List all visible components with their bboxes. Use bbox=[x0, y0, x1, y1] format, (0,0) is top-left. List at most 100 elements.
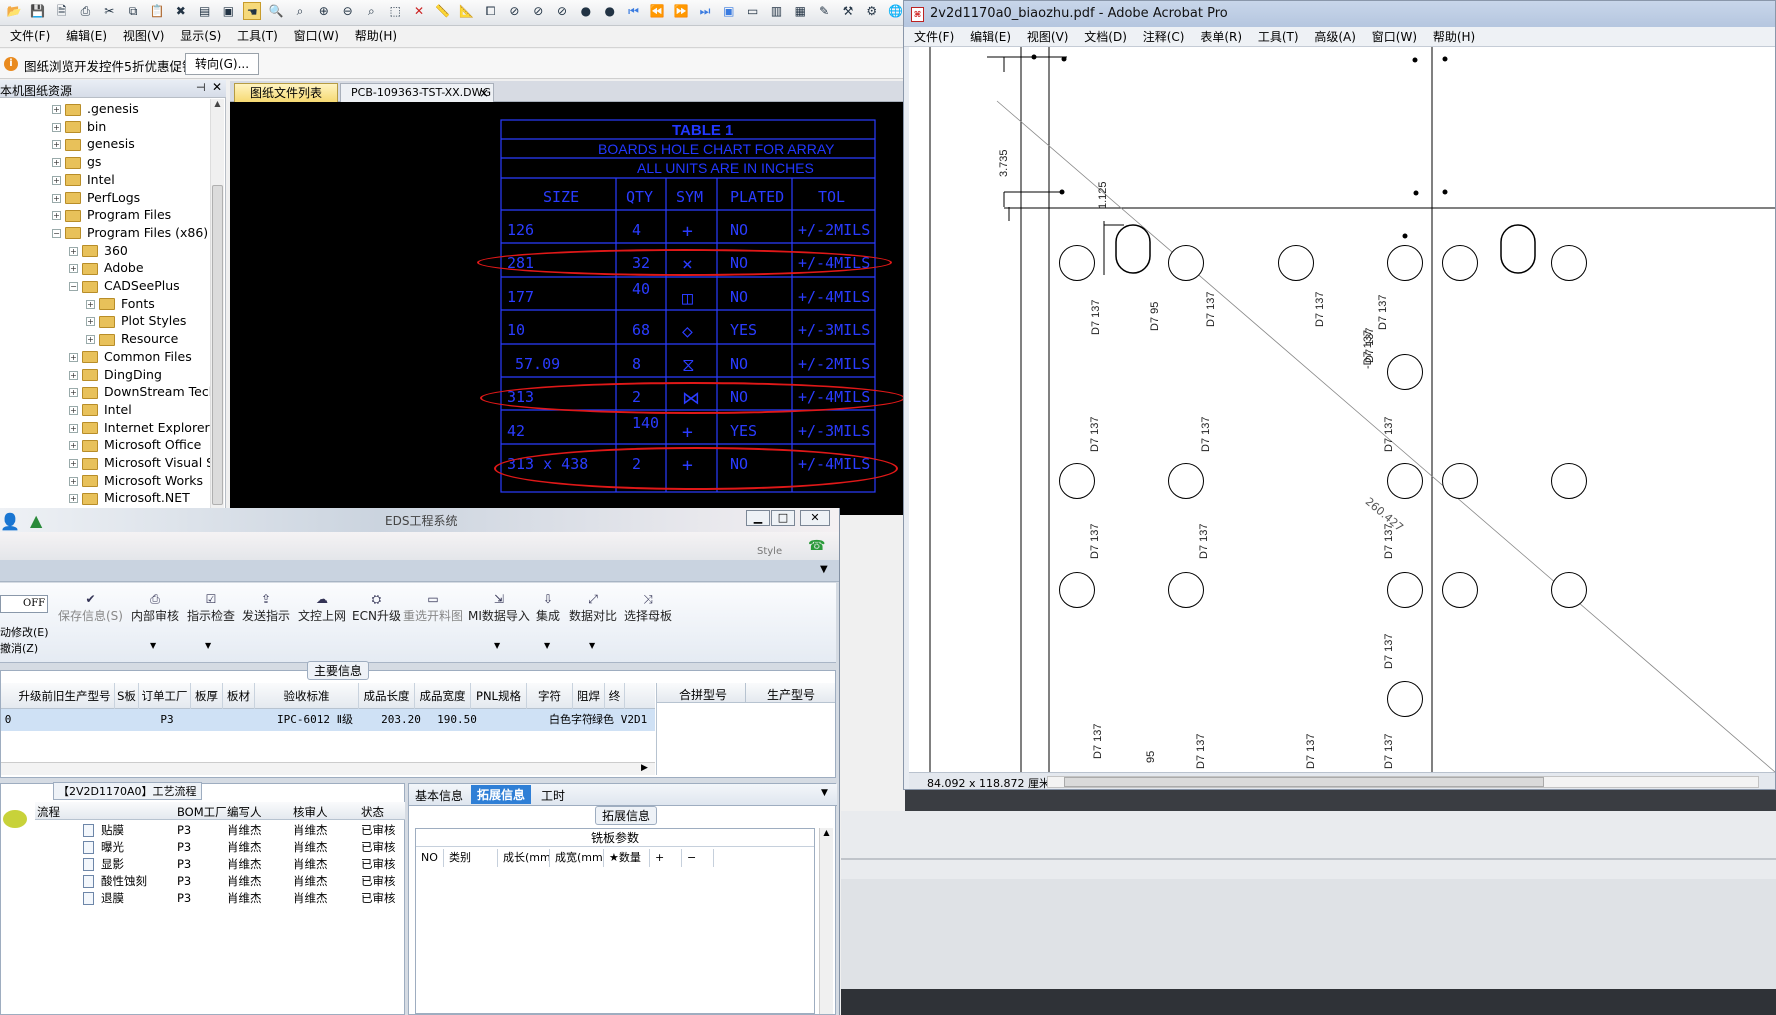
ext-vscroll[interactable]: ▲ bbox=[819, 828, 833, 1014]
expand-toggle-icon[interactable]: + bbox=[52, 105, 61, 114]
layout-icon[interactable]: ▤ bbox=[196, 2, 214, 20]
dropdown-arrow-icon[interactable]: ▼ bbox=[494, 641, 500, 650]
first-page-icon[interactable]: ⏮ bbox=[625, 2, 643, 20]
expand-toggle-icon[interactable]: + bbox=[52, 211, 61, 221]
cut-icon[interactable]: ✂ bbox=[100, 2, 118, 20]
delete-icon[interactable]: ✖ bbox=[172, 2, 190, 20]
flow-row[interactable]: 酸性蚀刻 P3 肖维杰 肖维杰 已审核 bbox=[35, 873, 405, 890]
grid-cell[interactable]: 190.50 bbox=[429, 709, 485, 731]
view-1-icon[interactable]: ▣ bbox=[720, 2, 738, 20]
maximize-button[interactable]: □ bbox=[771, 510, 795, 526]
ribbon-tool[interactable]: ⤢ 数据对比 bbox=[569, 591, 617, 624]
grid-row-selected[interactable]: 0 P3 IPC-6012 Ⅱ级 203.20 190.50 白色字符 绿色 V2D1 bbox=[1, 709, 655, 731]
tool-6-icon[interactable]: ⚒ bbox=[839, 2, 857, 20]
expand-toggle-icon[interactable]: + bbox=[69, 246, 78, 256]
zoom-in-icon[interactable]: ⊕ bbox=[315, 2, 333, 20]
zoom-out-icon[interactable]: ⊖ bbox=[339, 2, 357, 20]
acrobat-menu-item[interactable]: 视图(V) bbox=[1021, 27, 1075, 47]
ribbon-tool[interactable]: ▭ 重选开料图 bbox=[403, 591, 463, 624]
expand-toggle-icon[interactable]: + bbox=[52, 193, 61, 203]
expand-toggle-icon[interactable]: + bbox=[69, 423, 78, 433]
grid-column-header[interactable]: 字符 bbox=[527, 683, 573, 709]
phone-icon[interactable]: ☎ bbox=[808, 538, 825, 554]
circle-tool-3-icon[interactable]: ⊘ bbox=[553, 2, 571, 20]
ribbon-tool[interactable]: ☁ 文控上网 bbox=[298, 591, 346, 624]
layer-icon[interactable]: ⧠ bbox=[482, 2, 500, 20]
grid-column-header[interactable]: 阻焊 bbox=[573, 683, 605, 709]
tab-file-list[interactable]: 图纸文件列表 bbox=[234, 83, 338, 102]
grid-column-header[interactable]: 升级前旧生产型号 bbox=[15, 683, 115, 709]
acrobat-menu-item[interactable]: 注释(C) bbox=[1137, 27, 1191, 47]
close-icon[interactable]: ✕ bbox=[212, 80, 222, 94]
grid-cell[interactable]: 203.20 bbox=[373, 709, 429, 731]
menu-edit[interactable]: 动修改(E) bbox=[0, 624, 49, 640]
grid-cell[interactable] bbox=[485, 709, 541, 731]
cad-menu-item[interactable]: 窗口(W) bbox=[288, 26, 345, 46]
acrobat-menu-item[interactable]: 编辑(E) bbox=[964, 27, 1017, 47]
zoom-icon[interactable]: 🔍 bbox=[267, 2, 285, 20]
expand-toggle-icon[interactable]: + bbox=[86, 335, 95, 345]
horizontal-scrollbar[interactable] bbox=[1047, 776, 1759, 788]
ribbon-tool[interactable]: ⤨ 选择母板 bbox=[624, 591, 672, 624]
grid-cell[interactable] bbox=[193, 709, 225, 731]
dropdown-arrow-icon[interactable]: ▼ bbox=[589, 641, 595, 650]
expand-toggle-icon[interactable]: + bbox=[86, 317, 95, 327]
pdf-page[interactable]: 3.735 1.125 D7 137 D7 95 D7 137 D7 137 D… bbox=[909, 47, 1775, 772]
acrobat-menu-item[interactable]: 窗口(W) bbox=[1366, 27, 1423, 47]
acrobat-menu-item[interactable]: 表单(R) bbox=[1194, 27, 1248, 47]
dropdown-arrow-icon[interactable]: ▼ bbox=[150, 641, 156, 650]
view-4-icon[interactable]: ▦ bbox=[791, 2, 809, 20]
ruler-icon[interactable]: 📏 bbox=[434, 2, 452, 20]
circle-tool-1-icon[interactable]: ⊘ bbox=[505, 2, 523, 20]
expand-toggle-icon[interactable]: + bbox=[69, 388, 78, 398]
last-page-icon[interactable]: ⏭ bbox=[696, 2, 714, 20]
ribbon-tool[interactable]: ⎙ 内部审核 bbox=[131, 591, 179, 624]
tab-basic-info[interactable]: 基本信息 bbox=[415, 787, 463, 804]
chevron-down-icon[interactable]: ▼ bbox=[821, 788, 828, 798]
flow-row[interactable]: 退膜 P3 肖维杰 肖维杰 已审核 bbox=[35, 890, 405, 907]
circle-tool-4-icon[interactable]: ● bbox=[577, 2, 595, 20]
expand-toggle-icon[interactable]: + bbox=[52, 122, 61, 132]
print-icon[interactable]: ⎙ bbox=[76, 2, 94, 20]
cad-menu-item[interactable]: 显示(S) bbox=[174, 26, 227, 46]
grid-column-header[interactable]: 板厚 bbox=[191, 683, 223, 709]
acrobat-menu-item[interactable]: 高级(A) bbox=[1308, 27, 1362, 47]
off-toggle[interactable]: OFF bbox=[0, 595, 48, 613]
acrobat-menu-item[interactable]: 帮助(H) bbox=[1427, 27, 1481, 47]
cad-menu-item[interactable]: 视图(V) bbox=[117, 26, 171, 46]
expand-toggle-icon[interactable]: + bbox=[69, 370, 78, 380]
dropdown-arrow-icon[interactable]: ▼ bbox=[205, 641, 211, 650]
chart-icon[interactable]: ▲ bbox=[30, 511, 42, 530]
cad-menu-item[interactable]: 帮助(H) bbox=[349, 26, 403, 46]
expand-toggle-icon[interactable]: − bbox=[69, 282, 78, 291]
users-icon[interactable]: 👤 bbox=[0, 512, 20, 531]
pin-icon[interactable]: ⊣ bbox=[196, 81, 206, 94]
expand-toggle-icon[interactable]: + bbox=[86, 299, 95, 309]
drawing-canvas[interactable]: TABLE 1 BOARDS HOLE CHART FOR ARRAY ALL … bbox=[230, 102, 905, 515]
grid-column-header[interactable]: 终 bbox=[605, 683, 625, 709]
style-label[interactable]: Style bbox=[757, 546, 782, 557]
circle-tool-2-icon[interactable]: ⊘ bbox=[529, 2, 547, 20]
grid-hscroll[interactable]: ▶ bbox=[1, 762, 655, 775]
ribbon-tool[interactable]: ☑ 指示检查 bbox=[187, 591, 235, 624]
expand-toggle-icon[interactable]: + bbox=[69, 459, 78, 468]
grid-column-header[interactable]: S板 bbox=[115, 683, 139, 709]
ribbon-tool[interactable]: ⇩ 集成 bbox=[536, 591, 560, 624]
grid-cell[interactable]: 0 bbox=[1, 709, 15, 731]
expand-toggle-icon[interactable]: + bbox=[69, 405, 78, 415]
ribbon-tool[interactable]: ⛭ ECN升级 bbox=[352, 591, 401, 624]
measure-icon[interactable]: ✕ bbox=[410, 2, 428, 20]
flow-row[interactable]: 贴膜 P3 肖维杰 肖维杰 已审核 bbox=[35, 822, 405, 839]
tool-7-icon[interactable]: ⚙ bbox=[863, 2, 881, 20]
next-page-icon[interactable]: ⏩ bbox=[672, 2, 690, 20]
print-preview-icon[interactable]: 🗎 bbox=[53, 2, 71, 20]
area-icon[interactable]: 📐 bbox=[458, 2, 476, 20]
tree-scrollbar[interactable]: ▲ bbox=[210, 99, 224, 509]
scroll-up-icon[interactable]: ▲ bbox=[820, 828, 833, 837]
dropdown-arrow-icon[interactable]: ▼ bbox=[544, 641, 550, 650]
circle-tool-5-icon[interactable]: ● bbox=[601, 2, 619, 20]
tab-drawing[interactable]: PCB-109363-TST-XX.DWG × bbox=[340, 83, 494, 102]
cad-menu-item[interactable]: 编辑(E) bbox=[60, 26, 113, 46]
acrobat-menu-item[interactable]: 文件(F) bbox=[908, 27, 960, 47]
flow-row[interactable]: 曝光 P3 肖维杰 肖维杰 已审核 bbox=[35, 839, 405, 856]
